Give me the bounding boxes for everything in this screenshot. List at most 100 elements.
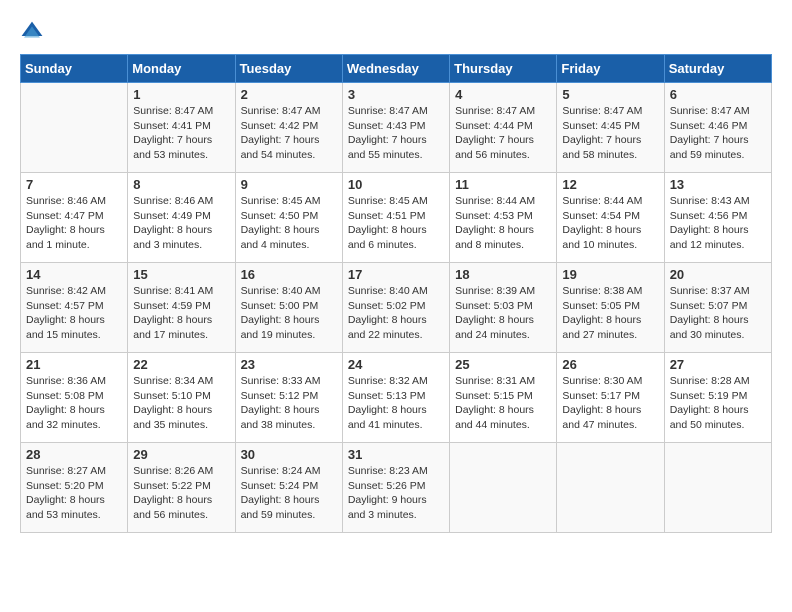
day-number: 14 bbox=[26, 267, 122, 282]
calendar-cell: 25 Sunrise: 8:31 AMSunset: 5:15 PMDayligh… bbox=[450, 353, 557, 443]
day-number: 1 bbox=[133, 87, 229, 102]
day-number: 6 bbox=[670, 87, 766, 102]
day-info: Sunrise: 8:39 AMSunset: 5:03 PMDaylight:… bbox=[455, 284, 551, 343]
day-info: Sunrise: 8:30 AMSunset: 5:17 PMDaylight:… bbox=[562, 374, 658, 433]
day-info: Sunrise: 8:44 AMSunset: 4:53 PMDaylight:… bbox=[455, 194, 551, 253]
day-info: Sunrise: 8:36 AMSunset: 5:08 PMDaylight:… bbox=[26, 374, 122, 433]
day-number: 3 bbox=[348, 87, 444, 102]
day-info: Sunrise: 8:42 AMSunset: 4:57 PMDaylight:… bbox=[26, 284, 122, 343]
calendar-cell: 30 Sunrise: 8:24 AMSunset: 5:24 PMDayligh… bbox=[235, 443, 342, 533]
day-info: Sunrise: 8:47 AMSunset: 4:41 PMDaylight:… bbox=[133, 104, 229, 163]
day-info: Sunrise: 8:40 AMSunset: 5:02 PMDaylight:… bbox=[348, 284, 444, 343]
week-row-0: 1 Sunrise: 8:47 AMSunset: 4:41 PMDaylight… bbox=[21, 83, 772, 173]
day-number: 26 bbox=[562, 357, 658, 372]
calendar-cell bbox=[664, 443, 771, 533]
day-number: 7 bbox=[26, 177, 122, 192]
calendar-cell: 2 Sunrise: 8:47 AMSunset: 4:42 PMDaylight… bbox=[235, 83, 342, 173]
calendar-cell: 6 Sunrise: 8:47 AMSunset: 4:46 PMDaylight… bbox=[664, 83, 771, 173]
calendar-cell: 10 Sunrise: 8:45 AMSunset: 4:51 PMDayligh… bbox=[342, 173, 449, 263]
week-row-4: 28 Sunrise: 8:27 AMSunset: 5:20 PMDayligh… bbox=[21, 443, 772, 533]
day-info: Sunrise: 8:31 AMSunset: 5:15 PMDaylight:… bbox=[455, 374, 551, 433]
day-info: Sunrise: 8:24 AMSunset: 5:24 PMDaylight:… bbox=[241, 464, 337, 523]
calendar-cell: 23Sunrise: 8:33 AMSunset: 5:12 PMDayligh… bbox=[235, 353, 342, 443]
week-row-1: 7 Sunrise: 8:46 AMSunset: 4:47 PMDaylight… bbox=[21, 173, 772, 263]
calendar-cell: 31 Sunrise: 8:23 AMSunset: 5:26 PMDayligh… bbox=[342, 443, 449, 533]
day-number: 20 bbox=[670, 267, 766, 282]
day-info: Sunrise: 8:43 AMSunset: 4:56 PMDaylight:… bbox=[670, 194, 766, 253]
day-number: 11 bbox=[455, 177, 551, 192]
header-day-friday: Friday bbox=[557, 55, 664, 83]
day-info: Sunrise: 8:40 AMSunset: 5:00 PMDaylight:… bbox=[241, 284, 337, 343]
header-day-wednesday: Wednesday bbox=[342, 55, 449, 83]
calendar-header: SundayMondayTuesdayWednesdayThursdayFrid… bbox=[21, 55, 772, 83]
day-info: Sunrise: 8:45 AMSunset: 4:51 PMDaylight:… bbox=[348, 194, 444, 253]
day-number: 8 bbox=[133, 177, 229, 192]
calendar-cell: 11 Sunrise: 8:44 AMSunset: 4:53 PMDayligh… bbox=[450, 173, 557, 263]
header-row: SundayMondayTuesdayWednesdayThursdayFrid… bbox=[21, 55, 772, 83]
day-info: Sunrise: 8:47 AMSunset: 4:42 PMDaylight:… bbox=[241, 104, 337, 163]
day-info: Sunrise: 8:28 AMSunset: 5:19 PMDaylight:… bbox=[670, 374, 766, 433]
day-info: Sunrise: 8:34 AMSunset: 5:10 PMDaylight:… bbox=[133, 374, 229, 433]
calendar-cell: 24Sunrise: 8:32 AMSunset: 5:13 PMDayligh… bbox=[342, 353, 449, 443]
day-info: Sunrise: 8:37 AMSunset: 5:07 PMDaylight:… bbox=[670, 284, 766, 343]
day-number: 2 bbox=[241, 87, 337, 102]
logo bbox=[20, 20, 48, 44]
calendar-cell: 8 Sunrise: 8:46 AMSunset: 4:49 PMDaylight… bbox=[128, 173, 235, 263]
day-number: 30 bbox=[241, 447, 337, 462]
week-row-3: 21 Sunrise: 8:36 AMSunset: 5:08 PMDayligh… bbox=[21, 353, 772, 443]
calendar-cell: 20 Sunrise: 8:37 AMSunset: 5:07 PMDayligh… bbox=[664, 263, 771, 353]
page-header bbox=[20, 20, 772, 44]
calendar-cell: 13Sunrise: 8:43 AMSunset: 4:56 PMDayligh… bbox=[664, 173, 771, 263]
day-number: 9 bbox=[241, 177, 337, 192]
day-number: 31 bbox=[348, 447, 444, 462]
day-info: Sunrise: 8:47 AMSunset: 4:45 PMDaylight:… bbox=[562, 104, 658, 163]
calendar-cell: 27Sunrise: 8:28 AMSunset: 5:19 PMDayligh… bbox=[664, 353, 771, 443]
calendar-cell: 26 Sunrise: 8:30 AMSunset: 5:17 PMDayligh… bbox=[557, 353, 664, 443]
calendar-cell: 5 Sunrise: 8:47 AMSunset: 4:45 PMDaylight… bbox=[557, 83, 664, 173]
day-number: 29 bbox=[133, 447, 229, 462]
calendar-cell: 12Sunrise: 8:44 AMSunset: 4:54 PMDayligh… bbox=[557, 173, 664, 263]
day-info: Sunrise: 8:47 AMSunset: 4:43 PMDaylight:… bbox=[348, 104, 444, 163]
header-day-thursday: Thursday bbox=[450, 55, 557, 83]
day-number: 5 bbox=[562, 87, 658, 102]
day-number: 25 bbox=[455, 357, 551, 372]
day-info: Sunrise: 8:46 AMSunset: 4:49 PMDaylight:… bbox=[133, 194, 229, 253]
calendar-body: 1 Sunrise: 8:47 AMSunset: 4:41 PMDaylight… bbox=[21, 83, 772, 533]
day-info: Sunrise: 8:27 AMSunset: 5:20 PMDaylight:… bbox=[26, 464, 122, 523]
day-number: 15 bbox=[133, 267, 229, 282]
day-info: Sunrise: 8:47 AMSunset: 4:46 PMDaylight:… bbox=[670, 104, 766, 163]
day-info: Sunrise: 8:46 AMSunset: 4:47 PMDaylight:… bbox=[26, 194, 122, 253]
day-number: 22 bbox=[133, 357, 229, 372]
logo-icon bbox=[20, 20, 44, 44]
header-day-sunday: Sunday bbox=[21, 55, 128, 83]
calendar-cell: 17 Sunrise: 8:40 AMSunset: 5:02 PMDayligh… bbox=[342, 263, 449, 353]
day-number: 17 bbox=[348, 267, 444, 282]
calendar-cell: 18 Sunrise: 8:39 AMSunset: 5:03 PMDayligh… bbox=[450, 263, 557, 353]
day-number: 4 bbox=[455, 87, 551, 102]
day-info: Sunrise: 8:44 AMSunset: 4:54 PMDaylight:… bbox=[562, 194, 658, 253]
calendar-cell: 16 Sunrise: 8:40 AMSunset: 5:00 PMDayligh… bbox=[235, 263, 342, 353]
calendar-cell: 19 Sunrise: 8:38 AMSunset: 5:05 PMDayligh… bbox=[557, 263, 664, 353]
week-row-2: 14 Sunrise: 8:42 AMSunset: 4:57 PMDayligh… bbox=[21, 263, 772, 353]
day-number: 28 bbox=[26, 447, 122, 462]
day-info: Sunrise: 8:23 AMSunset: 5:26 PMDaylight:… bbox=[348, 464, 444, 523]
header-day-tuesday: Tuesday bbox=[235, 55, 342, 83]
calendar-cell bbox=[450, 443, 557, 533]
header-day-saturday: Saturday bbox=[664, 55, 771, 83]
day-number: 16 bbox=[241, 267, 337, 282]
calendar-cell: 14 Sunrise: 8:42 AMSunset: 4:57 PMDayligh… bbox=[21, 263, 128, 353]
calendar-cell: 4 Sunrise: 8:47 AMSunset: 4:44 PMDaylight… bbox=[450, 83, 557, 173]
day-info: Sunrise: 8:47 AMSunset: 4:44 PMDaylight:… bbox=[455, 104, 551, 163]
calendar-cell: 22 Sunrise: 8:34 AMSunset: 5:10 PMDayligh… bbox=[128, 353, 235, 443]
day-number: 10 bbox=[348, 177, 444, 192]
calendar-cell: 7 Sunrise: 8:46 AMSunset: 4:47 PMDaylight… bbox=[21, 173, 128, 263]
day-number: 23 bbox=[241, 357, 337, 372]
calendar-cell bbox=[557, 443, 664, 533]
day-number: 18 bbox=[455, 267, 551, 282]
calendar-cell: 15Sunrise: 8:41 AMSunset: 4:59 PMDayligh… bbox=[128, 263, 235, 353]
calendar-cell: 21 Sunrise: 8:36 AMSunset: 5:08 PMDayligh… bbox=[21, 353, 128, 443]
header-day-monday: Monday bbox=[128, 55, 235, 83]
day-info: Sunrise: 8:38 AMSunset: 5:05 PMDaylight:… bbox=[562, 284, 658, 343]
day-number: 19 bbox=[562, 267, 658, 282]
day-number: 21 bbox=[26, 357, 122, 372]
